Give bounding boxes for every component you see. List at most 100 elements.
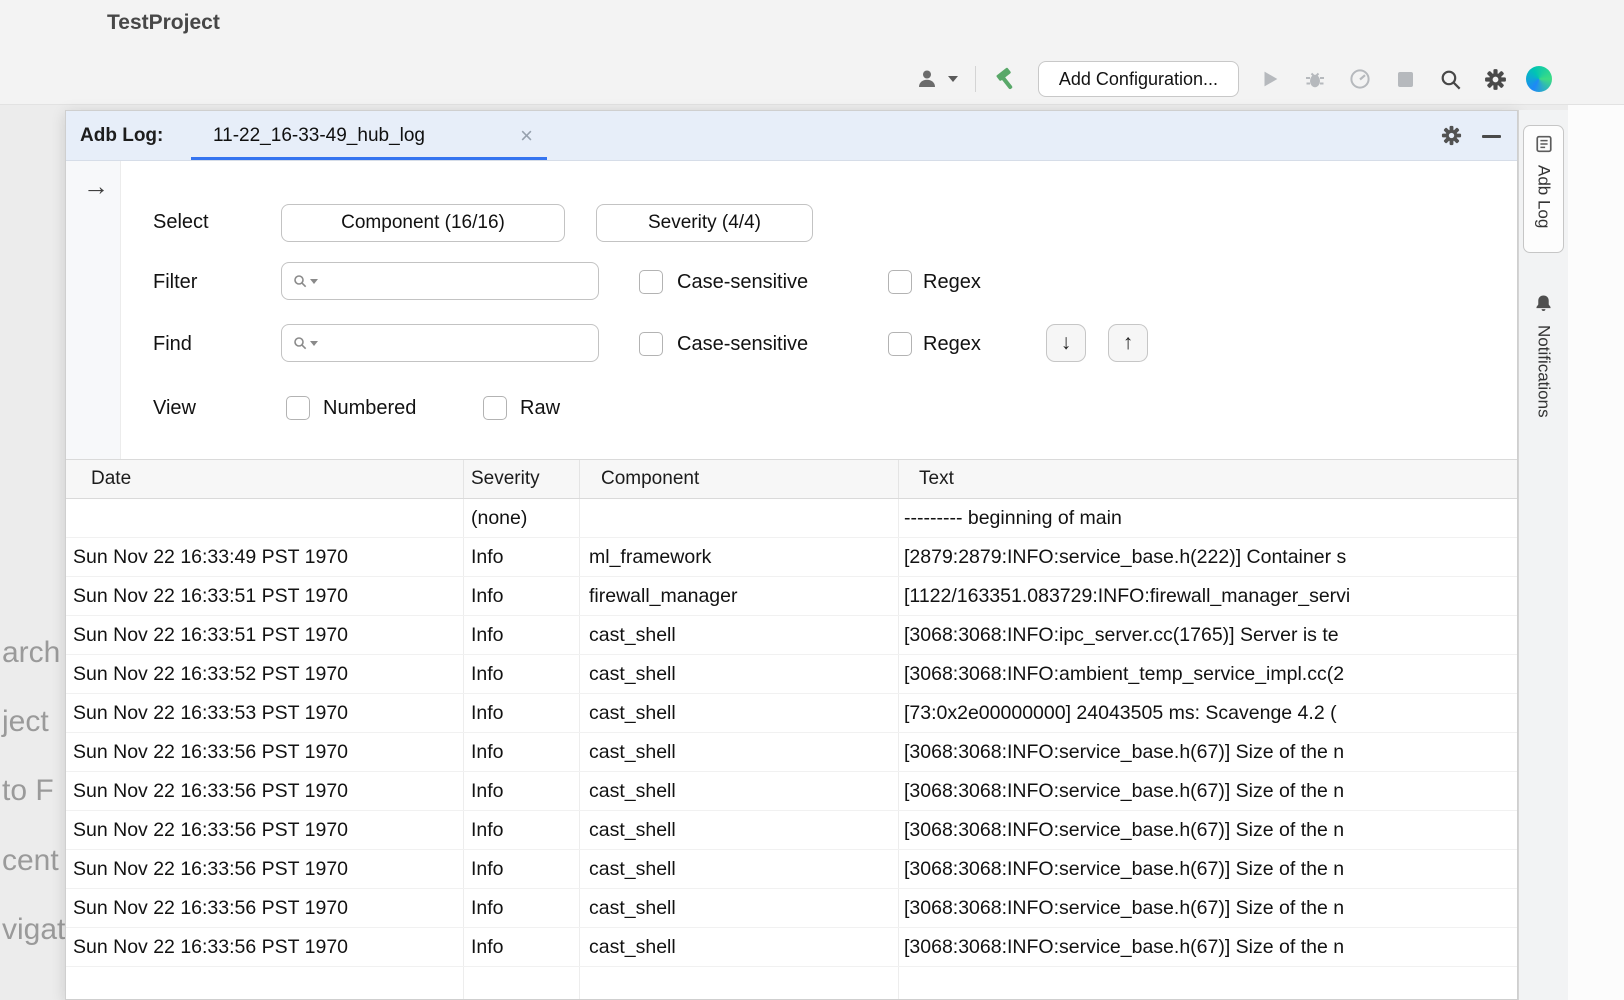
search-icon[interactable] xyxy=(1436,65,1464,93)
log-cell-text: [3068:3068:INFO:service_base.h(67)] Size… xyxy=(904,850,1517,888)
log-cell-severity: Info xyxy=(471,811,575,849)
find-regex-checkbox[interactable] xyxy=(888,332,912,356)
log-cell-date: Sun Nov 22 16:33:49 PST 1970 xyxy=(73,538,459,576)
table-row[interactable]: (none) --------- beginning of main xyxy=(66,499,1517,538)
table-row[interactable]: Sun Nov 22 16:33:56 PST 1970 Info cast_s… xyxy=(66,850,1517,889)
log-cell-date: Sun Nov 22 16:33:52 PST 1970 xyxy=(73,655,459,693)
table-row[interactable]: Sun Nov 22 16:33:51 PST 1970 Info firewa… xyxy=(66,577,1517,616)
column-divider xyxy=(898,460,899,498)
find-input[interactable] xyxy=(321,325,590,361)
project-title: TestProject xyxy=(107,11,220,35)
column-divider xyxy=(579,460,580,498)
column-header-component[interactable]: Component xyxy=(601,460,699,498)
close-icon[interactable]: × xyxy=(520,125,533,147)
main-toolbar: Add Configuration... xyxy=(915,57,1552,101)
log-cell-text: [2879:2879:INFO:service_base.h(222)] Con… xyxy=(904,538,1517,576)
sidebar-tab-adb-log[interactable]: Adb Log xyxy=(1523,125,1564,253)
log-cell-severity: Info xyxy=(471,850,575,888)
sidebar-tab-notifications[interactable]: Notifications xyxy=(1523,290,1564,460)
log-cell-component: ml_framework xyxy=(589,538,894,576)
table-row[interactable]: Sun Nov 22 16:33:49 PST 1970 Info ml_fra… xyxy=(66,538,1517,577)
log-table-header: Date Severity Component Text xyxy=(66,459,1517,499)
find-input-box[interactable] xyxy=(281,324,599,362)
table-row[interactable]: Sun Nov 22 16:33:56 PST 1970 Info cast_s… xyxy=(66,733,1517,772)
log-cell-text: [3068:3068:INFO:service_base.h(67)] Size… xyxy=(904,811,1517,849)
log-file-tab[interactable]: 11-22_16-33-49_hub_log × xyxy=(191,111,547,160)
filter-case-sensitive-checkbox[interactable] xyxy=(639,270,663,294)
chevron-down-icon xyxy=(310,279,318,284)
table-row[interactable]: Sun Nov 22 16:33:56 PST 1970 Info cast_s… xyxy=(66,772,1517,811)
build-hammer-icon[interactable] xyxy=(993,65,1021,93)
collapse-arrow-icon[interactable]: → xyxy=(83,171,109,202)
search-history-icon[interactable] xyxy=(292,335,318,351)
log-table-body: (none) --------- beginning of main Sun N… xyxy=(66,499,1517,999)
log-cell-date: Sun Nov 22 16:33:51 PST 1970 xyxy=(73,616,459,654)
log-cell-date: Sun Nov 22 16:33:53 PST 1970 xyxy=(73,694,459,732)
log-cell-component: cast_shell xyxy=(589,928,894,966)
sidebar-tab-adb-log-label: Adb Log xyxy=(1534,165,1554,228)
search-history-icon[interactable] xyxy=(292,273,318,289)
find-previous-button[interactable]: ↑ xyxy=(1108,324,1148,362)
table-row[interactable]: Sun Nov 22 16:33:56 PST 1970 Info cast_s… xyxy=(66,928,1517,967)
table-row[interactable]: Sun Nov 22 16:33:53 PST 1970 Info cast_s… xyxy=(66,694,1517,733)
run-icon[interactable] xyxy=(1256,65,1284,93)
column-divider xyxy=(463,460,464,498)
component-filter-button[interactable]: Component (16/16) xyxy=(281,204,565,242)
log-cell-severity: Info xyxy=(471,889,575,927)
log-cell-component: cast_shell xyxy=(589,616,894,654)
log-cell-component: cast_shell xyxy=(589,811,894,849)
log-cell-date: Sun Nov 22 16:33:56 PST 1970 xyxy=(73,811,459,849)
toolbar-divider xyxy=(975,66,976,92)
log-cell-text: --------- beginning of main xyxy=(904,499,1517,537)
log-cell-text: [3068:3068:INFO:service_base.h(67)] Size… xyxy=(904,889,1517,927)
sidebar-tab-notifications-label: Notifications xyxy=(1534,325,1554,418)
background-text-fragment: arch xyxy=(2,636,60,670)
bell-icon xyxy=(1534,294,1553,318)
log-cell-severity: Info xyxy=(471,538,575,576)
log-cell-component: cast_shell xyxy=(589,889,894,927)
filter-label: Filter xyxy=(153,271,197,294)
adb-log-panel: Adb Log: 11-22_16-33-49_hub_log × → xyxy=(65,110,1518,1000)
raw-label: Raw xyxy=(520,397,560,420)
log-cell-text: [3068:3068:INFO:ambient_temp_service_imp… xyxy=(904,655,1517,693)
filter-regex-checkbox[interactable] xyxy=(888,270,912,294)
user-profile-button[interactable] xyxy=(915,65,958,93)
severity-filter-button[interactable]: Severity (4/4) xyxy=(596,204,813,242)
debug-icon[interactable] xyxy=(1301,65,1329,93)
find-case-sensitive-checkbox[interactable] xyxy=(639,332,663,356)
filter-gutter: → xyxy=(66,161,121,459)
stop-icon[interactable] xyxy=(1391,65,1419,93)
log-cell-component: cast_shell xyxy=(589,655,894,693)
find-regex-label: Regex xyxy=(923,333,981,356)
log-cell-date: Sun Nov 22 16:33:56 PST 1970 xyxy=(73,928,459,966)
table-row[interactable]: Sun Nov 22 16:33:56 PST 1970 Info cast_s… xyxy=(66,811,1517,850)
panel-settings-gear-icon[interactable] xyxy=(1440,124,1463,152)
log-cell-severity: Info xyxy=(471,655,575,693)
filter-input[interactable] xyxy=(321,263,590,299)
background-text-fragment: ject xyxy=(2,705,49,739)
raw-checkbox[interactable] xyxy=(483,396,507,420)
profiler-icon[interactable] xyxy=(1346,65,1374,93)
user-icon xyxy=(915,65,943,93)
numbered-checkbox[interactable] xyxy=(286,396,310,420)
adb-log-tab-bar: Adb Log: 11-22_16-33-49_hub_log × xyxy=(66,111,1517,161)
filter-case-sensitive-label: Case-sensitive xyxy=(677,271,808,294)
chevron-down-icon xyxy=(310,341,318,346)
find-next-button[interactable]: ↓ xyxy=(1046,324,1086,362)
find-label: Find xyxy=(153,333,192,356)
settings-gear-icon[interactable] xyxy=(1481,65,1509,93)
column-header-severity[interactable]: Severity xyxy=(471,460,540,498)
minimize-icon[interactable] xyxy=(1482,135,1501,138)
log-cell-severity: Info xyxy=(471,577,575,615)
log-cell-text: [3068:3068:INFO:ipc_server.cc(1765)] Ser… xyxy=(904,616,1517,654)
column-header-date[interactable]: Date xyxy=(91,460,131,498)
table-row[interactable]: Sun Nov 22 16:33:56 PST 1970 Info cast_s… xyxy=(66,889,1517,928)
filter-input-box[interactable] xyxy=(281,262,599,300)
table-row[interactable]: Sun Nov 22 16:33:52 PST 1970 Info cast_s… xyxy=(66,655,1517,694)
android-studio-logo-icon[interactable] xyxy=(1526,66,1552,92)
add-configuration-button[interactable]: Add Configuration... xyxy=(1038,61,1239,97)
column-header-text[interactable]: Text xyxy=(919,460,954,498)
table-row[interactable]: Sun Nov 22 16:33:51 PST 1970 Info cast_s… xyxy=(66,616,1517,655)
select-label: Select xyxy=(153,211,209,234)
background-fragments: archjectto Fcentvigat xyxy=(0,0,65,1000)
